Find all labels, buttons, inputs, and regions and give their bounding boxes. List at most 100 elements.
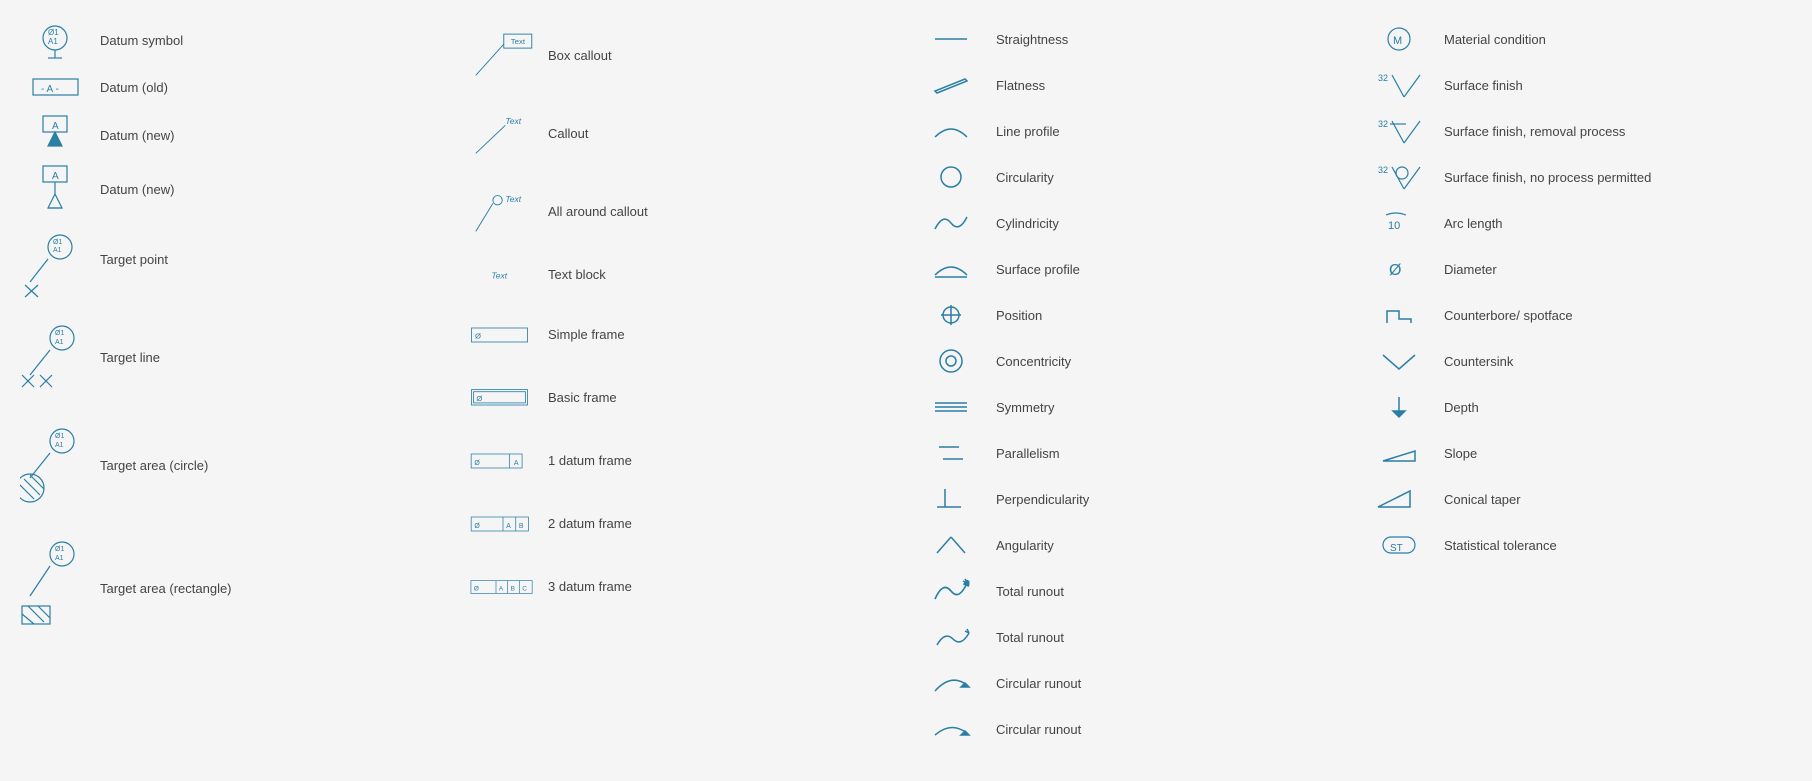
countersink-icon xyxy=(1364,347,1434,375)
list-item: ST Statistical tolerance xyxy=(1364,526,1792,564)
list-item: A Datum (new) xyxy=(20,114,448,156)
total-runout1-icon xyxy=(916,577,986,605)
svg-text:Ø1: Ø1 xyxy=(53,239,62,246)
concentricity-label: Concentricity xyxy=(996,354,1071,369)
datum-symbol-icon: Ø1 A1 xyxy=(20,20,90,60)
svg-text:Ø: Ø xyxy=(1389,262,1401,279)
column-gdt: Straightness Flatness xyxy=(906,20,1354,761)
target-area-rect-icon: Ø1 A1 xyxy=(20,536,90,646)
parallelism-icon xyxy=(916,439,986,467)
list-item: Circularity xyxy=(916,158,1344,196)
svg-text:A1: A1 xyxy=(55,555,64,562)
total-runout2-label: Total runout xyxy=(996,630,1064,645)
flatness-label: Flatness xyxy=(996,78,1045,93)
svg-text:32: 32 xyxy=(1378,119,1388,129)
list-item: 32 Surface finish xyxy=(1364,66,1792,104)
svg-text:A: A xyxy=(499,585,504,592)
svg-text:Ø: Ø xyxy=(476,393,482,402)
list-item: 32 Surface finish, removal process xyxy=(1364,112,1792,150)
line-profile-icon xyxy=(916,117,986,145)
svg-text:10: 10 xyxy=(1388,220,1400,232)
diameter-icon: Ø xyxy=(1364,255,1434,283)
list-item: Perpendicularity xyxy=(916,480,1344,518)
list-item: Text Callout xyxy=(468,98,896,168)
callout-icon: Text xyxy=(468,101,538,166)
list-item: 10 Arc length xyxy=(1364,204,1792,242)
target-point-icon: Ø1 A1 xyxy=(20,227,90,307)
cylindricity-icon xyxy=(916,209,986,237)
arc-length-icon: 10 xyxy=(1364,209,1434,237)
slope-icon xyxy=(1364,439,1434,467)
material-condition-icon: M xyxy=(1364,25,1434,53)
depth-label: Depth xyxy=(1444,400,1479,415)
list-item: Flatness xyxy=(916,66,1344,104)
list-item: Ø1 A1 Target area (circle) xyxy=(20,418,448,523)
list-item: Cylindricity xyxy=(916,204,1344,242)
list-item: - A - Datum (old) xyxy=(20,68,448,106)
surface-finish-no-process-icon: 32 xyxy=(1364,159,1434,195)
perpendicularity-icon xyxy=(916,485,986,513)
target-point-label: Target point xyxy=(100,252,168,267)
list-item: Text Box callout xyxy=(468,20,896,90)
list-item: Circular runout xyxy=(916,664,1344,702)
svg-text:B: B xyxy=(519,522,524,529)
target-line-icon: Ø1 A1 xyxy=(20,320,90,410)
datum-new1-label: Datum (new) xyxy=(100,128,174,143)
list-item: Ø A 1 datum frame xyxy=(468,438,896,483)
svg-text:Ø1: Ø1 xyxy=(48,28,59,37)
list-item: Total runout xyxy=(916,618,1344,656)
svg-text:Ø1: Ø1 xyxy=(55,546,64,553)
1-datum-frame-icon: Ø A xyxy=(468,446,538,476)
list-item: A Datum (new) xyxy=(20,164,448,214)
svg-text:Text: Text xyxy=(491,271,507,281)
depth-icon xyxy=(1364,393,1434,421)
flatness-icon xyxy=(916,71,986,99)
list-item: Slope xyxy=(1364,434,1792,472)
line-profile-label: Line profile xyxy=(996,124,1060,139)
svg-text:ST: ST xyxy=(1390,543,1403,554)
box-callout-label: Box callout xyxy=(548,48,612,63)
text-block-label: Text block xyxy=(548,267,606,282)
svg-text:Text: Text xyxy=(511,37,526,46)
svg-text:B: B xyxy=(511,585,515,592)
symmetry-label: Symmetry xyxy=(996,400,1055,415)
svg-text:C: C xyxy=(522,585,527,592)
angularity-label: Angularity xyxy=(996,538,1054,553)
straightness-label: Straightness xyxy=(996,32,1068,47)
svg-text:Text: Text xyxy=(505,115,521,125)
surface-finish-icon: 32 xyxy=(1364,67,1434,103)
statistical-tolerance-label: Statistical tolerance xyxy=(1444,538,1557,553)
circularity-icon xyxy=(916,163,986,191)
list-item: M Material condition xyxy=(1364,20,1792,58)
slope-label: Slope xyxy=(1444,446,1477,461)
datum-old-icon: - A - xyxy=(20,75,90,99)
conical-taper-icon xyxy=(1364,485,1434,513)
surface-profile-icon xyxy=(916,255,986,283)
svg-text:M: M xyxy=(1393,35,1402,47)
list-item: Ø A B C 3 datum frame xyxy=(468,564,896,609)
total-runout2-icon xyxy=(916,623,986,651)
list-item: Ø Basic frame xyxy=(468,375,896,420)
circularity-label: Circularity xyxy=(996,170,1054,185)
callout-label: Callout xyxy=(548,126,588,141)
cylindricity-label: Cylindricity xyxy=(996,216,1059,231)
svg-text:A: A xyxy=(514,459,519,466)
list-item: Text Text block xyxy=(468,254,896,294)
svg-text:A: A xyxy=(52,121,59,132)
list-item: Parallelism xyxy=(916,434,1344,472)
datum-new2-icon: A xyxy=(20,164,90,214)
1-datum-frame-label: 1 datum frame xyxy=(548,453,632,468)
3-datum-frame-icon: Ø A B C xyxy=(468,572,538,602)
svg-text:A1: A1 xyxy=(48,37,58,46)
surface-finish-removal-label: Surface finish, removal process xyxy=(1444,124,1625,139)
material-condition-label: Material condition xyxy=(1444,32,1546,47)
svg-text:Text: Text xyxy=(505,193,521,203)
list-item: Ø A B 2 datum frame xyxy=(468,501,896,546)
parallelism-label: Parallelism xyxy=(996,446,1060,461)
list-item: Surface profile xyxy=(916,250,1344,288)
surface-finish-removal-icon: 32 xyxy=(1364,113,1434,149)
list-item: Line profile xyxy=(916,112,1344,150)
svg-text:32: 32 xyxy=(1378,73,1388,83)
circular-runout2-label: Circular runout xyxy=(996,722,1081,737)
countersink-label: Countersink xyxy=(1444,354,1513,369)
